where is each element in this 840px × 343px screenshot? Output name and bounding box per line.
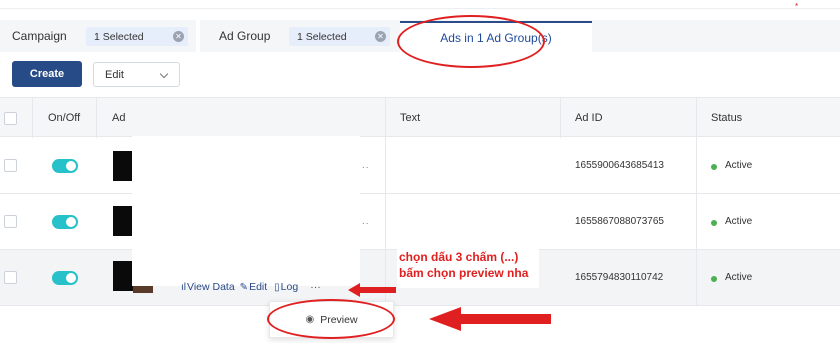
annotation-circle-tab bbox=[397, 15, 545, 68]
annotation-arrow-large bbox=[429, 307, 551, 331]
chevron-down-icon bbox=[159, 69, 169, 79]
ellipsis-text: .. bbox=[362, 216, 370, 227]
redacted-ad-names bbox=[132, 136, 360, 286]
view-data-link[interactable]: ıl View Data bbox=[181, 281, 235, 293]
column-divider bbox=[560, 98, 561, 138]
bar-chart-icon: ıl bbox=[181, 281, 186, 293]
tab-ad-group[interactable]: Ad Group bbox=[219, 20, 270, 52]
column-divider bbox=[696, 138, 697, 194]
tab-campaign[interactable]: Campaign bbox=[12, 20, 67, 52]
annotation-line-1: chọn dấu 3 chấm (...) bbox=[399, 250, 519, 264]
tab-campaign-label: Campaign bbox=[12, 29, 67, 43]
header-ad-id: Ad ID bbox=[575, 112, 603, 124]
more-options-button[interactable]: ··· bbox=[310, 281, 321, 293]
ad-id-cell: 1655867088073765 bbox=[575, 216, 664, 227]
header-text: Text bbox=[400, 112, 421, 124]
tab-ad-group-label: Ad Group bbox=[219, 29, 271, 43]
arrow-shape bbox=[429, 307, 551, 331]
table-row[interactable]: .. 1655900643685413 Active bbox=[0, 138, 840, 194]
ellipsis-text: .. bbox=[362, 160, 370, 171]
status-cell: Active bbox=[725, 216, 753, 227]
log-link[interactable]: ▯ Log bbox=[274, 281, 298, 293]
on-off-toggle[interactable] bbox=[52, 215, 78, 229]
campaign-selected-chip[interactable]: 1 Selected ✕ bbox=[86, 27, 188, 46]
table-row[interactable]: .. 1655867088073765 Active bbox=[0, 194, 840, 250]
arrow-shape bbox=[348, 283, 396, 297]
create-button[interactable]: Create bbox=[12, 61, 82, 87]
column-divider bbox=[385, 98, 386, 138]
edit-link[interactable]: ✎ Edit bbox=[240, 281, 267, 293]
document-icon: ▯ bbox=[274, 281, 280, 293]
edit-dropdown-label: Edit bbox=[105, 68, 124, 81]
annotation-note: chọn dấu 3 chấm (...) bấm chọn preview n… bbox=[397, 248, 539, 288]
row-checkbox[interactable] bbox=[4, 159, 17, 172]
header-ad: Ad bbox=[112, 112, 126, 124]
column-divider bbox=[96, 98, 97, 138]
status-dot-icon bbox=[711, 276, 717, 282]
column-divider bbox=[696, 98, 697, 138]
on-off-toggle[interactable] bbox=[52, 271, 78, 285]
header-status: Status bbox=[711, 112, 743, 124]
annotation-circle-preview bbox=[267, 299, 395, 339]
log-label: Log bbox=[280, 281, 299, 293]
tab-divider bbox=[196, 20, 200, 52]
ad-id-cell: 1655794830110742 bbox=[575, 272, 664, 283]
edit-dropdown[interactable]: Edit bbox=[93, 62, 180, 87]
ad-group-selected-chip[interactable]: 1 Selected ✕ bbox=[289, 27, 390, 46]
annotation-line-2: bấm chọn preview nha bbox=[399, 266, 529, 280]
ad-thumbnail bbox=[113, 261, 133, 291]
clear-icon[interactable]: ✕ bbox=[375, 31, 386, 42]
edit-label: Edit bbox=[249, 281, 268, 293]
select-all-checkbox[interactable] bbox=[4, 112, 17, 125]
header-onoff: On/Off bbox=[48, 112, 81, 124]
status-cell: Active bbox=[725, 160, 753, 171]
row-actions: ıl View Data ✎ Edit ▯ Log ··· bbox=[181, 280, 321, 294]
chip-label: 1 Selected bbox=[297, 30, 347, 43]
row-checkbox[interactable] bbox=[4, 215, 17, 228]
view-data-label: View Data bbox=[187, 281, 235, 293]
top-strip bbox=[0, 0, 840, 9]
status-cell: Active bbox=[725, 272, 753, 283]
status-dot-icon bbox=[711, 220, 717, 226]
annotation-mark: * bbox=[795, 2, 799, 11]
pencil-icon: ✎ bbox=[239, 281, 249, 293]
ad-thumbnail bbox=[113, 151, 133, 181]
column-divider bbox=[385, 194, 386, 250]
table-header: On/Off Ad Text Ad ID Status bbox=[0, 97, 840, 138]
column-divider bbox=[696, 194, 697, 250]
row-checkbox[interactable] bbox=[4, 271, 17, 284]
annotation-arrow-small bbox=[348, 283, 396, 297]
status-dot-icon bbox=[711, 164, 717, 170]
chip-label: 1 Selected bbox=[94, 30, 144, 43]
ad-id-cell: 1655900643685413 bbox=[575, 160, 664, 171]
on-off-toggle[interactable] bbox=[52, 159, 78, 173]
column-divider bbox=[696, 250, 697, 306]
ad-thumbnail bbox=[113, 206, 133, 236]
column-divider bbox=[32, 98, 33, 138]
column-divider bbox=[385, 138, 386, 194]
clear-icon[interactable]: ✕ bbox=[173, 31, 184, 42]
